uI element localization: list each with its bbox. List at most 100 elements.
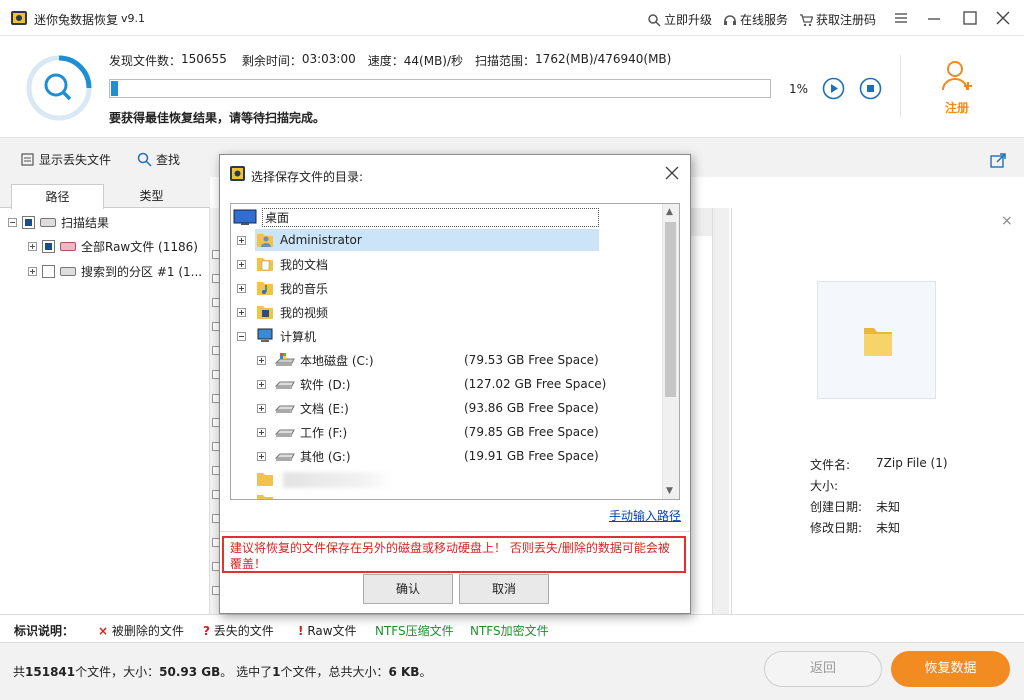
app-logo-icon: [11, 11, 27, 25]
dialog-close-icon[interactable]: [665, 166, 679, 180]
expand-icon[interactable]: [28, 266, 37, 276]
tree-node-drive-g[interactable]: 其他 (G:): [275, 445, 351, 467]
back-button[interactable]: 返回: [764, 651, 882, 687]
show-lost-files-button[interactable]: 显示丢失文件: [20, 151, 111, 168]
raw-drive-icon: [60, 241, 76, 251]
app-logo-icon: [230, 166, 245, 181]
dialog-title: 选择保存文件的目录:: [251, 170, 364, 184]
maximize-icon[interactable]: [960, 8, 980, 28]
expand-icon[interactable]: [237, 236, 246, 245]
collapse-icon[interactable]: [8, 217, 17, 227]
file-list-scrollbar[interactable]: [712, 208, 729, 614]
play-icon[interactable]: [822, 77, 845, 100]
filter-icon: [21, 153, 34, 166]
headset-icon: [724, 14, 736, 25]
documents-folder-icon: [257, 258, 273, 271]
music-folder-icon: [257, 282, 273, 295]
tree-item-raw-files[interactable]: 全部Raw文件 (1186): [28, 237, 198, 255]
tree-node-drive-e[interactable]: 文档 (E:): [275, 397, 349, 419]
tree-node-my-documents[interactable]: 我的文档: [255, 253, 328, 275]
folder-icon: [257, 495, 273, 499]
scan-range: 1762(MB)/476940(MB): [535, 52, 672, 66]
drive-e-free: (93.86 GB Free Space): [464, 401, 599, 415]
tree-node-drive-f[interactable]: 工作 (F:): [275, 421, 347, 443]
checkbox[interactable]: [22, 215, 35, 229]
expand-icon[interactable]: [237, 284, 246, 293]
tab-type[interactable]: 类型: [104, 184, 199, 208]
upgrade-link[interactable]: 立即升级: [647, 11, 712, 28]
ok-button[interactable]: 确认: [363, 574, 453, 604]
expand-icon[interactable]: [237, 260, 246, 269]
tree-item-partition[interactable]: 搜索到的分区 #1 (1...: [28, 262, 202, 280]
drive-d-free: (127.02 GB Free Space): [464, 377, 607, 391]
scroll-down-icon[interactable]: ▼: [666, 486, 673, 496]
preview-close-icon[interactable]: ×: [1001, 213, 1013, 229]
preview-panel: [731, 208, 1024, 614]
close-icon[interactable]: [993, 8, 1013, 28]
left-tabs: 路径 类型: [0, 177, 210, 209]
scroll-thumb[interactable]: [665, 222, 676, 397]
drive-icon: [275, 429, 295, 437]
recover-data-button[interactable]: 恢复数据: [891, 651, 1010, 687]
scan-progress-bar: [109, 79, 771, 98]
minimize-icon[interactable]: [924, 8, 944, 28]
overwrite-warning: 建议将恢复的文件保存在另外的磁盘或移动硬盘上！ 否则丢失/删除的数据可能会被覆盖…: [222, 536, 686, 573]
info-created: 创建日期: 未知: [810, 500, 901, 514]
dialog-divider: [220, 531, 690, 532]
tree-node-computer[interactable]: 计算机: [255, 325, 316, 347]
checkbox[interactable]: [42, 264, 55, 278]
drive-g-free: (19.91 GB Free Space): [464, 449, 599, 463]
legend-bar: 标识说明： × 被删除的文件 ? 丢失的文件 ! Raw文件 NTFS压缩文件 …: [0, 614, 1024, 642]
get-code-link[interactable]: 获取注册码: [799, 11, 876, 28]
scroll-up-icon[interactable]: ▲: [666, 207, 673, 217]
left-panel: 路径 类型 扫描结果 全部Raw文件 (1186) 搜索到的分区 #1 (1..…: [0, 177, 210, 614]
search-icon: [137, 152, 152, 167]
list-header: [690, 208, 712, 236]
folder-icon: [257, 473, 273, 486]
drive-f-free: (79.85 GB Free Space): [464, 425, 599, 439]
expand-icon[interactable]: [257, 404, 266, 413]
legend-title: 标识说明：: [14, 624, 75, 638]
find-button[interactable]: 查找: [137, 151, 180, 168]
app-version: v9.1: [121, 12, 146, 25]
drive-icon: [40, 217, 56, 227]
manual-path-link[interactable]: 手动输入路径: [609, 507, 681, 524]
export-icon[interactable]: [990, 152, 1007, 168]
tree-node-my-videos[interactable]: 我的视频: [255, 301, 328, 323]
folder-tree-scrollbar[interactable]: ▲ ▼: [662, 204, 679, 499]
stop-icon[interactable]: [859, 77, 882, 100]
folder-icon: [864, 328, 892, 356]
legend-deleted: × 被删除的文件: [98, 624, 184, 638]
tree-node-drive-d[interactable]: 软件 (D:): [275, 373, 350, 395]
expand-icon[interactable]: [28, 241, 37, 251]
tree-node-desktop[interactable]: 桌面: [233, 206, 599, 228]
expand-icon[interactable]: [237, 308, 246, 317]
title-bar: 迷你兔数据恢复 v9.1 立即升级 在线服务 获取注册码: [0, 0, 1024, 36]
system-drive-icon: [275, 353, 295, 366]
tree-node-my-music[interactable]: 我的音乐: [255, 277, 328, 299]
legend-ntfs-encrypted: NTFS加密文件: [470, 624, 549, 638]
drive-icon: [60, 266, 76, 276]
expand-icon[interactable]: [257, 452, 266, 461]
expand-icon[interactable]: [257, 380, 266, 389]
menu-icon[interactable]: [891, 8, 911, 28]
user-folder-icon: [257, 234, 273, 247]
cancel-button[interactable]: 取消: [459, 574, 549, 604]
video-folder-icon: [257, 306, 273, 319]
collapse-icon[interactable]: [237, 332, 246, 341]
tree-node-administrator[interactable]: Administrator: [255, 229, 599, 251]
legend-raw: ! Raw文件: [298, 624, 357, 638]
expand-icon[interactable]: [257, 356, 266, 365]
scan-progress-fill: [111, 81, 118, 96]
info-modified: 修改日期: 未知: [810, 521, 901, 535]
tree-item-scan-results[interactable]: 扫描结果: [8, 213, 109, 231]
register-button[interactable]: 注册: [935, 58, 979, 116]
tab-path[interactable]: 路径: [11, 184, 104, 209]
header-divider: [900, 55, 901, 117]
folder-tree: 桌面 Administrator 我的文档 我的音乐 我的视频 计算机 本地磁盘…: [230, 203, 680, 500]
online-service-link[interactable]: 在线服务: [723, 11, 788, 28]
checkbox[interactable]: [42, 239, 55, 253]
remaining-time: 03:03:00: [301, 52, 356, 66]
expand-icon[interactable]: [257, 428, 266, 437]
tree-node-drive-c[interactable]: 本地磁盘 (C:): [275, 349, 374, 371]
